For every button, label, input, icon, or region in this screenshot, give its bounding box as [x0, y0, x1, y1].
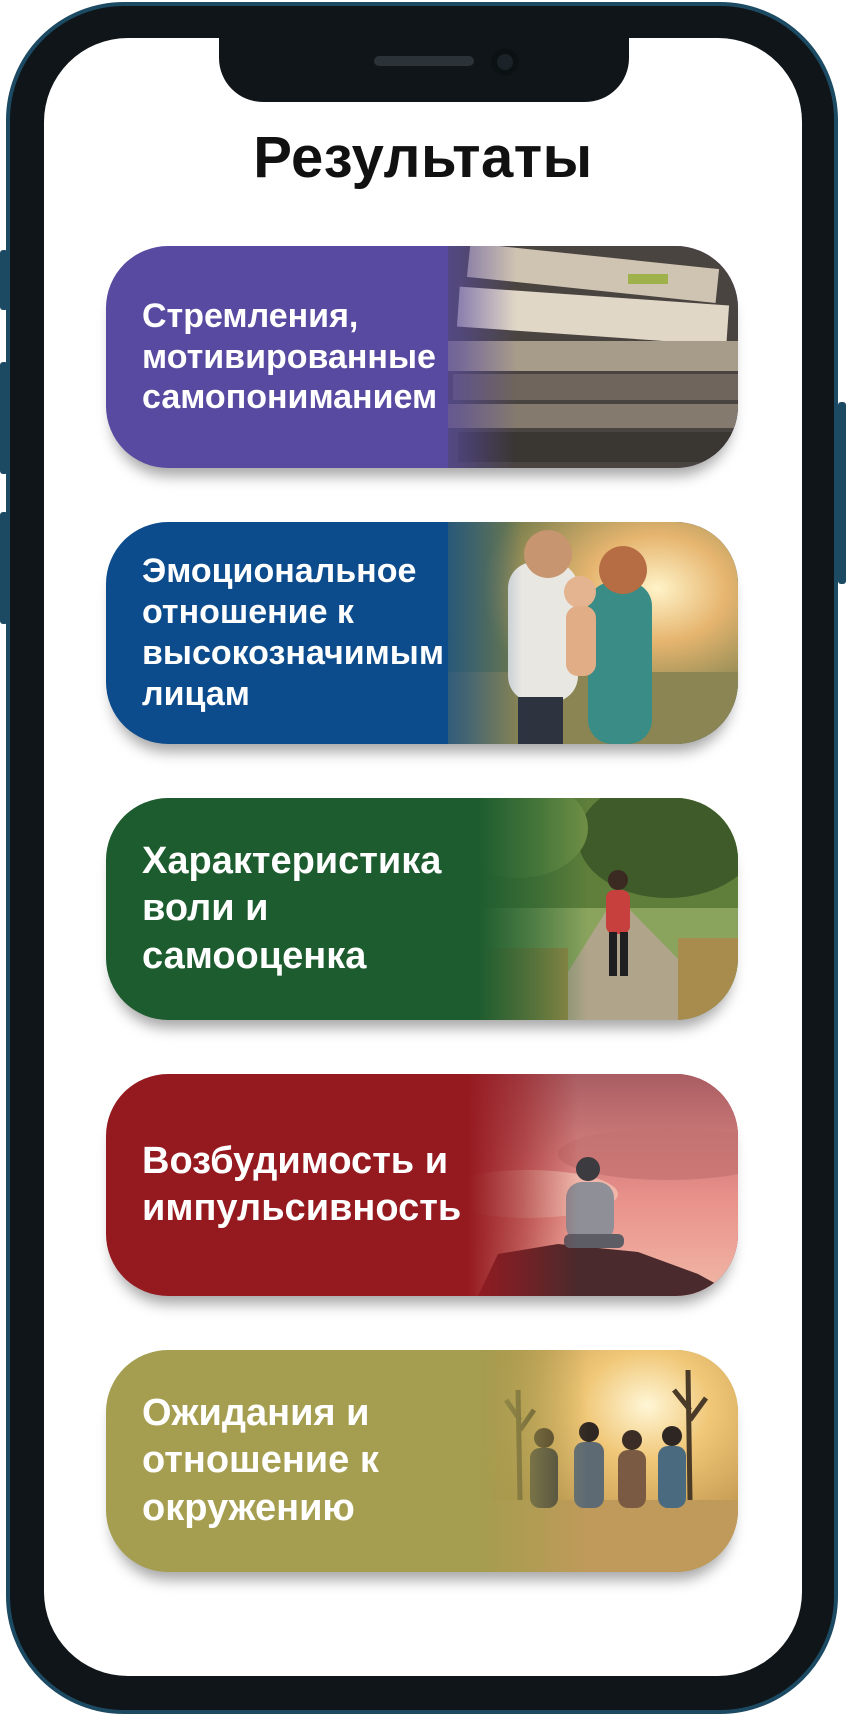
card-label: Ожидания и отношение к окружению	[142, 1391, 379, 1529]
side-button-left-1	[0, 250, 8, 310]
speaker-grille	[374, 56, 474, 66]
card-label: Характеристика воли и самооценка	[142, 839, 442, 977]
result-card-excitability[interactable]: Возбудимость и импульсивность	[106, 1074, 738, 1296]
result-card-will[interactable]: Характеристика воли и самооценка	[106, 798, 738, 1020]
side-button-left-2	[0, 362, 8, 474]
notch	[219, 38, 629, 102]
card-label: Стремления, мотивированные самопонимание…	[142, 296, 438, 417]
camera-icon	[491, 48, 519, 76]
result-card-aspirations[interactable]: Стремления, мотивированные самопонимание…	[106, 246, 738, 468]
side-button-right	[838, 402, 846, 584]
page-title: Результаты	[253, 125, 593, 190]
result-card-emotional[interactable]: Эмоциональное отношение к высокозначимым…	[106, 522, 738, 744]
card-label: Возбудимость и импульсивность	[142, 1139, 462, 1230]
side-button-left-3	[0, 512, 8, 624]
card-label: Эмоциональное отношение к высокозначимым…	[142, 552, 444, 713]
result-card-expectations[interactable]: Ожидания и отношение к окружению	[106, 1350, 738, 1572]
